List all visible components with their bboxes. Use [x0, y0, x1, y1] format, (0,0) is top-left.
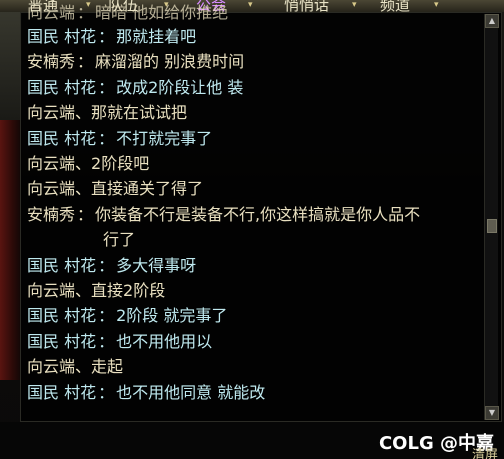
chat-message: 国民 村花：改成2阶段让他 装 [27, 76, 243, 100]
chat-text: 2阶段 就完事了 [116, 306, 228, 326]
chat-speaker[interactable]: 国民 村花 [27, 256, 96, 275]
clear-screen-button[interactable]: 清屏 [472, 444, 498, 459]
scroll-down-icon[interactable]: ▼ [485, 406, 499, 420]
chat-text: 走起 [91, 357, 124, 377]
chat-speaker[interactable]: 国民 村花 [27, 332, 96, 351]
scene-decoration-left [0, 120, 22, 380]
chat-speaker[interactable]: 国民 村花 [27, 383, 96, 402]
chevron-down-icon: ▾ [434, 0, 439, 10]
scroll-up-icon[interactable]: ▲ [485, 14, 499, 28]
chat-message: 向云端、直接2阶段 [27, 279, 165, 303]
chat-speaker[interactable]: 向云端、 [27, 357, 91, 376]
chat-separator: ： [98, 331, 115, 351]
chat-message: 国民 村花：也不用他同意 就能改 [27, 381, 265, 405]
chevron-down-icon: ▾ [352, 0, 357, 10]
chat-separator: ： [98, 382, 115, 402]
chat-text: 直接2阶段 [91, 281, 166, 300]
chat-separator: ： [77, 204, 94, 224]
chat-separator: ： [98, 306, 115, 326]
tab-channel[interactable]: 频道 [380, 0, 410, 12]
chat-separator: ： [98, 255, 115, 275]
chat-speaker[interactable]: 国民 村花 [27, 78, 96, 97]
chat-speaker[interactable]: 国民 村花 [27, 306, 96, 325]
chat-text: 改成2阶段让他 装 [116, 77, 244, 97]
chevron-down-icon: ▾ [248, 0, 253, 10]
scene-decoration-top [0, 0, 22, 120]
chat-separator: ： [98, 77, 115, 97]
chat-text: 行了 [103, 230, 136, 250]
chat-message: 向云端、那就在试试把 [27, 101, 187, 125]
chat-text: 2阶段吧 [91, 154, 150, 173]
chat-speaker[interactable]: 向云端 [27, 3, 75, 22]
chat-speaker[interactable]: 国民 村花 [27, 129, 96, 148]
chat-text: 多大得事呀 [116, 255, 197, 275]
chat-message: 向云端、直接通关了得了 [27, 177, 203, 201]
chat-separator: ： [98, 128, 115, 148]
chat-separator: ： [98, 27, 115, 46]
chat-message: 安楠秀：麻溜溜的 别浪费时间 [27, 50, 244, 74]
chat-speaker[interactable]: 安楠秀 [27, 205, 75, 224]
chat-message: 向云端、2阶段吧 [27, 152, 149, 176]
chat-message: 国民 村花：多大得事呀 [27, 254, 196, 278]
chat-message: 行了 [103, 228, 135, 252]
chat-message: 向云端：暗暗 他如给你推绝 [27, 1, 228, 25]
tab-whisper[interactable]: 悄悄话 [284, 0, 329, 12]
chat-text: 那就在试试把 [91, 103, 188, 123]
chat-separator: ： [77, 3, 94, 22]
chat-speaker[interactable]: 向云端、 [27, 103, 91, 122]
chat-text: 暗暗 他如给你推绝 [95, 3, 229, 22]
chat-scrollbar[interactable]: ▲ ▼ [484, 14, 499, 420]
chat-message: 安楠秀：你装备不行是装备不行,你这样搞就是你人品不 [27, 203, 420, 227]
chat-speaker[interactable]: 向云端、 [27, 281, 91, 300]
chat-text: 不打就完事了 [116, 128, 213, 148]
chat-text: 也不用他用以 [116, 331, 213, 351]
chat-message: 国民 村花： 2阶段 就完事了 [27, 304, 227, 328]
chat-text: 那就挂着吧 [116, 27, 197, 46]
chat-speaker[interactable]: 向云端、 [27, 154, 91, 173]
chat-text: 你装备不行是装备不行,你这样搞就是你人品不 [95, 204, 421, 224]
chat-message: 国民 村花：不打就完事了 [27, 127, 212, 151]
chat-message: 国民 村花：也不用他用以 [27, 330, 212, 354]
chat-speaker[interactable]: 向云端、 [27, 179, 91, 198]
chat-text: 直接通关了得了 [91, 179, 204, 199]
chat-speaker[interactable]: 国民 村花 [27, 27, 96, 46]
chat-message: 向云端、走起 [27, 355, 123, 379]
scrollbar-thumb[interactable] [487, 219, 497, 233]
chat-separator: ： [77, 52, 94, 72]
chat-log-panel[interactable]: 向云端：暗暗 他如给你推绝 国民 村花：那就挂着吧 安楠秀：麻溜溜的 别浪费时间国… [20, 3, 502, 422]
chat-speaker[interactable]: 安楠秀 [27, 52, 75, 71]
chat-text: 也不用他同意 就能改 [116, 382, 266, 402]
chat-message: 国民 村花：那就挂着吧 [27, 25, 196, 49]
chat-text: 麻溜溜的 别浪费时间 [95, 52, 245, 72]
